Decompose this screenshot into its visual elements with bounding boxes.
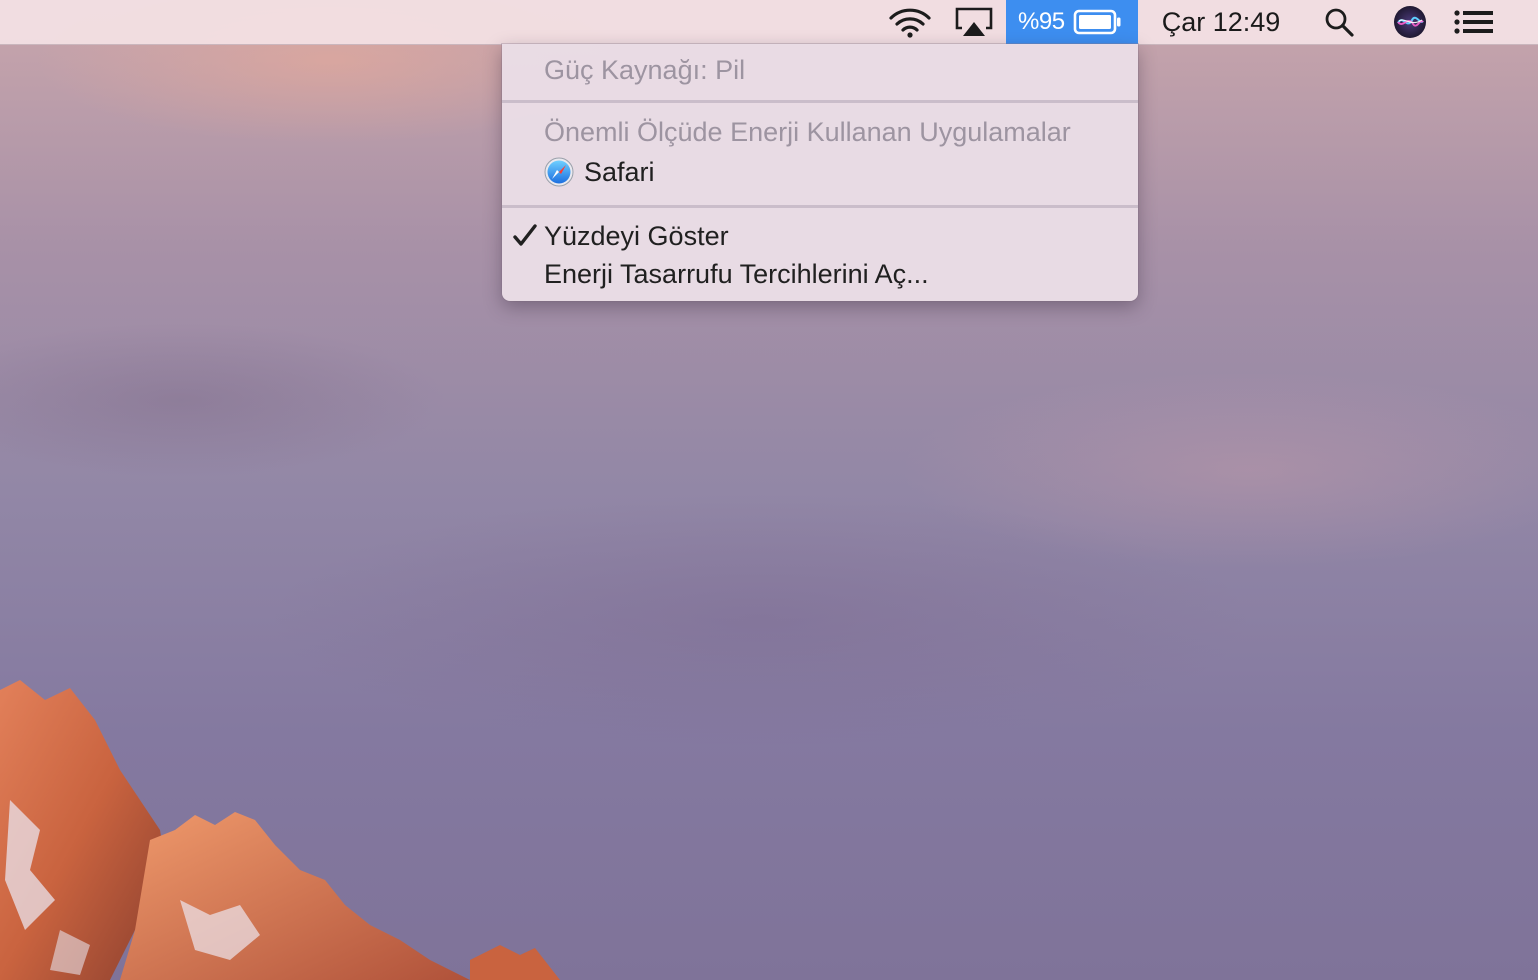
battery-dropdown-menu: Güç Kaynağı: Pil Önemli Ölçüde Enerji Ku… (502, 44, 1138, 301)
power-source-label: Güç Kaynağı: Pil (544, 55, 746, 85)
notification-center-item[interactable] (1448, 0, 1500, 44)
checkmark-icon (513, 224, 537, 246)
search-icon (1325, 8, 1354, 37)
battery-icon (1073, 9, 1121, 35)
menu-item-show-percentage[interactable]: Yüzdeyi Göster (544, 219, 729, 253)
wifi-status-item[interactable] (884, 0, 936, 44)
battery-status-item[interactable]: %95 (1006, 0, 1138, 44)
menu-separator (502, 205, 1138, 208)
clock-item[interactable]: Çar 12:49 (1148, 0, 1294, 44)
energy-apps-heading: Önemli Ölçüde Enerji Kullanan Uygulamala… (544, 117, 1071, 147)
siri-item[interactable] (1386, 0, 1434, 44)
safari-icon (544, 157, 574, 187)
app-name-label: Safari (584, 157, 655, 187)
menu-item-app-safari[interactable]: Safari (544, 155, 655, 189)
airplay-icon (955, 7, 993, 36)
siri-icon (1394, 6, 1426, 38)
airplay-status-item[interactable] (948, 0, 1000, 44)
menu-bar: %95 Çar 12:49 (0, 0, 1538, 45)
menu-item-open-energy-saver-prefs[interactable]: Enerji Tasarrufu Tercihlerini Aç... (544, 257, 929, 291)
notification-center-icon (1454, 10, 1493, 34)
wifi-icon (889, 8, 931, 38)
menu-separator (502, 100, 1138, 103)
battery-percent-label: %95 (1018, 8, 1065, 35)
spotlight-item[interactable] (1316, 0, 1362, 44)
